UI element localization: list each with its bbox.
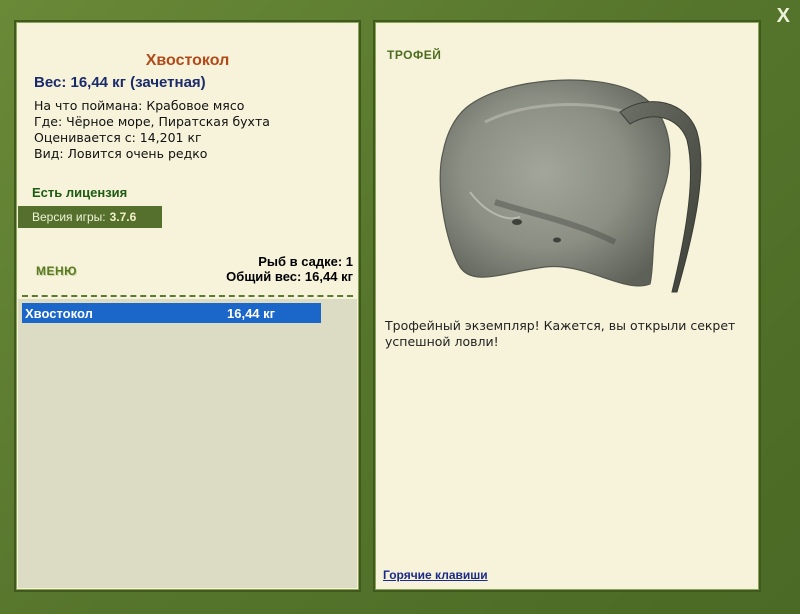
keepnet-count: Рыб в садке: 1 [258,254,353,269]
divider [22,295,353,297]
license-status: Есть лицензия [32,185,128,200]
fish-name-title: Хвостокол [145,52,230,69]
version-label: Версия игры: [32,210,106,224]
keepnet-summary: Рыб в садке: 1 Общий вес: 16,44 кг [226,254,353,284]
trophy-description: Трофейный экземпляр! Кажется, вы открыли… [385,318,736,349]
fish-weight: Вес: 16,44 кг (зачетная) [34,74,206,91]
version-badge: Версия игры: 3.7.6 [18,206,162,228]
catch-item-weight: 16,44 кг [227,305,276,321]
trophy-label: ТРОФЕЙ [387,48,442,62]
rarity-info: Вид: Ловится очень редко [34,146,208,161]
menu-button[interactable]: МЕНЮ [36,264,77,278]
catch-list-item[interactable]: Хвостокол 16,44 кг [22,303,321,323]
bait-info: На что поймана: Крабовое мясо [34,98,245,113]
catch-list: Хвостокол 16,44 кг [18,299,357,588]
close-button[interactable]: X [777,6,790,26]
catch-item-name: Хвостокол [25,305,93,321]
location-info: Где: Чёрное море, Пиратская бухта [34,114,270,129]
fish-info-panel: Хвостокол Вес: 16,44 кг (зачетная) На чт… [14,20,361,592]
stingray-image [439,79,702,293]
rating-info: Оценивается с: 14,201 кг [34,130,202,145]
trophy-panel: ТРОФЕЙ Трофейный экземпляр! Кажется, вы … [373,20,761,592]
version-value: 3.7.6 [109,210,137,224]
keepnet-total-weight: Общий вес: 16,44 кг [226,269,353,284]
hotkeys-link[interactable]: Горячие клавиши [383,568,488,582]
